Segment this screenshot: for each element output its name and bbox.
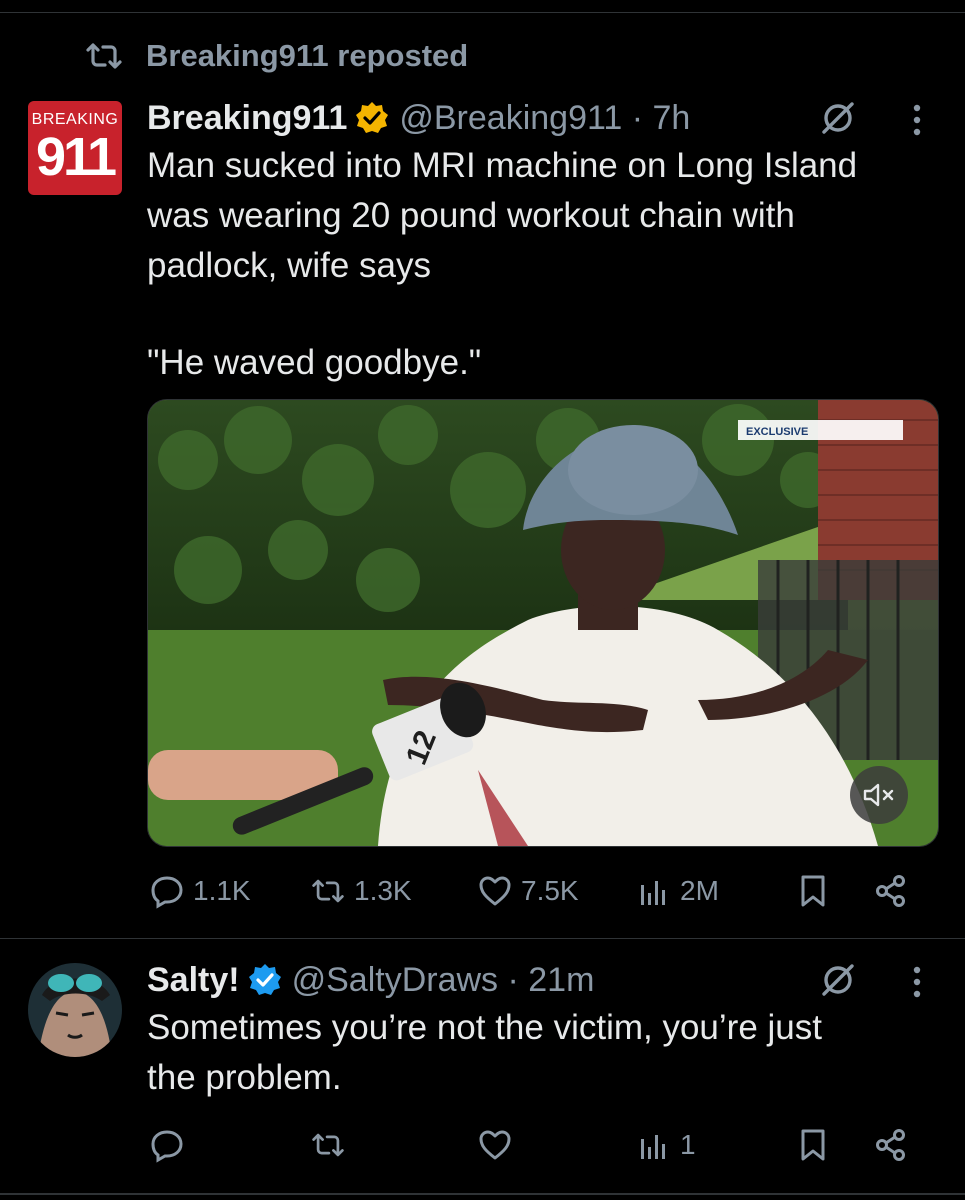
like-button[interactable] — [477, 1120, 513, 1170]
reply-button[interactable] — [149, 1120, 185, 1170]
breaking911-avatar[interactable]: BREAKING 911 — [28, 101, 122, 195]
reply-icon — [151, 1130, 183, 1163]
views-button[interactable]: 2M — [636, 866, 719, 916]
tweet-text-line: padlock, wife says — [147, 246, 432, 285]
reply-body: Sometimes you’re not the victim, you’re … — [147, 1003, 937, 1103]
repost-icon — [86, 43, 122, 69]
repost-button[interactable]: 1.3K — [310, 866, 412, 916]
repost-icon — [312, 879, 344, 903]
reply-header: Salty! @SaltyDraws · 21m — [147, 958, 594, 1002]
tweet-text-line: Man sucked into MRI machine on Long Isla… — [147, 146, 858, 185]
repost-header[interactable]: Breaking911 reposted — [84, 36, 468, 76]
like-button[interactable]: 7.5K — [477, 866, 579, 916]
reply-button[interactable]: 1.1K — [149, 866, 251, 916]
more-options-icon[interactable] — [907, 962, 927, 1002]
bottom-divider — [0, 1193, 965, 1195]
share-icon — [876, 1129, 905, 1161]
top-divider — [0, 12, 965, 13]
views-count: 2M — [680, 875, 719, 906]
exclusive-overlay: EXCLUSIVE — [746, 426, 808, 438]
tweet-divider — [0, 938, 965, 939]
mute-icon — [863, 783, 894, 807]
views-button[interactable]: 1 — [636, 1120, 696, 1170]
reply-count: 1.1K — [193, 875, 251, 906]
views-count: 1 — [680, 1129, 696, 1160]
reply-text-line: the problem. — [147, 1058, 342, 1097]
views-chart-icon — [641, 1135, 665, 1159]
tweet-video[interactable]: EXCLUSIVE 12 — [147, 399, 939, 847]
bookmark-icon — [801, 875, 825, 907]
share-button[interactable] — [873, 1120, 909, 1170]
bookmark-button[interactable] — [795, 866, 831, 916]
bookmark-icon — [801, 1129, 825, 1161]
avatar-text-main: 911 — [35, 127, 117, 187]
repost-count: 1.3K — [354, 875, 412, 906]
handle-and-time[interactable]: @Breaking911 · 7h — [399, 99, 690, 138]
heart-icon — [479, 876, 511, 906]
reply-icon — [151, 876, 183, 909]
reply-text-line: Sometimes you’re not the victim, you’re … — [147, 1008, 822, 1047]
tweet-body: Man sucked into MRI machine on Long Isla… — [147, 141, 937, 388]
reply-handle-and-time[interactable]: @SaltyDraws · 21m — [292, 961, 595, 1000]
tweet-quote-line: "He waved goodbye." — [147, 343, 482, 382]
reply-actions: 1 — [147, 1120, 937, 1170]
display-name[interactable]: Breaking911 — [147, 99, 347, 138]
more-options-icon[interactable] — [907, 100, 927, 140]
avatar-illustration — [28, 963, 122, 1057]
grok-icon[interactable] — [818, 960, 858, 1000]
tweet-text-line: was wearing 20 pound workout chain with — [147, 196, 795, 235]
repost-label: Breaking911 reposted — [146, 38, 469, 73]
repost-icon — [312, 1133, 344, 1157]
gold-verified-badge-icon — [356, 102, 389, 133]
views-chart-icon — [641, 881, 665, 905]
share-button[interactable] — [873, 866, 909, 916]
heart-icon — [479, 1130, 511, 1160]
blue-verified-badge-icon — [248, 964, 281, 995]
tweet-header: Breaking911 @Breaking911 · 7h — [147, 96, 690, 140]
bookmark-button[interactable] — [795, 1120, 831, 1170]
grok-icon[interactable] — [818, 98, 858, 138]
tweet-actions: 1.1K 1.3K 7.5K 2M — [147, 866, 937, 916]
video-frame: EXCLUSIVE 12 — [148, 400, 938, 846]
saltydraws-avatar[interactable] — [28, 963, 122, 1057]
like-count: 7.5K — [521, 875, 579, 906]
share-icon — [876, 875, 905, 907]
mute-button[interactable] — [850, 766, 908, 824]
reply-display-name[interactable]: Salty! — [147, 961, 240, 1000]
repost-button[interactable] — [310, 1120, 346, 1170]
